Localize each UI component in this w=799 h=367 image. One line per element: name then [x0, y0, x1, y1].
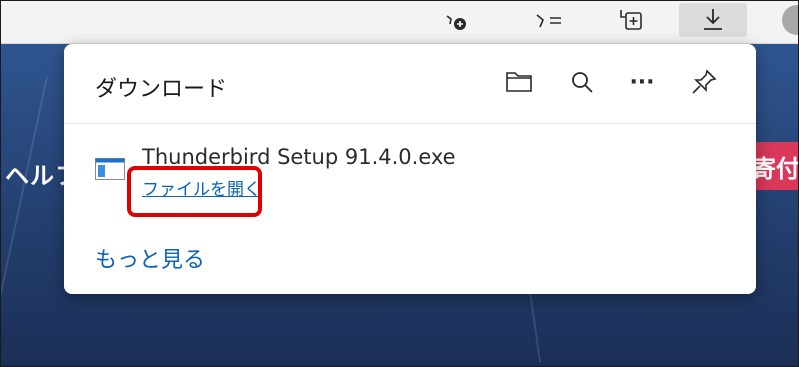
downloads-title: ダウンロード — [95, 77, 228, 102]
exe-file-icon — [95, 158, 125, 180]
collections-icon[interactable] — [611, 3, 651, 37]
annotation-highlight-box — [127, 166, 262, 217]
see-more-link[interactable]: もっと見る — [95, 242, 205, 274]
donate-label: 寄付 — [752, 154, 799, 183]
browser-toolbar — [1, 1, 798, 44]
background-streak — [1, 76, 48, 312]
flyout-divider — [64, 123, 756, 124]
more-options-icon[interactable]: ··· — [624, 64, 660, 100]
download-icon[interactable] — [679, 3, 747, 37]
open-folder-icon[interactable] — [501, 64, 537, 100]
browser-window: ヘルフ 寄付 ダウンロード ··· Thunderbird Setup 91.4… — [0, 0, 799, 367]
favorites-add-icon[interactable] — [439, 3, 473, 37]
pin-icon[interactable] — [686, 64, 722, 100]
search-icon[interactable] — [564, 64, 600, 100]
profile-avatar[interactable] — [782, 5, 798, 35]
favorites-icon[interactable] — [529, 3, 569, 37]
